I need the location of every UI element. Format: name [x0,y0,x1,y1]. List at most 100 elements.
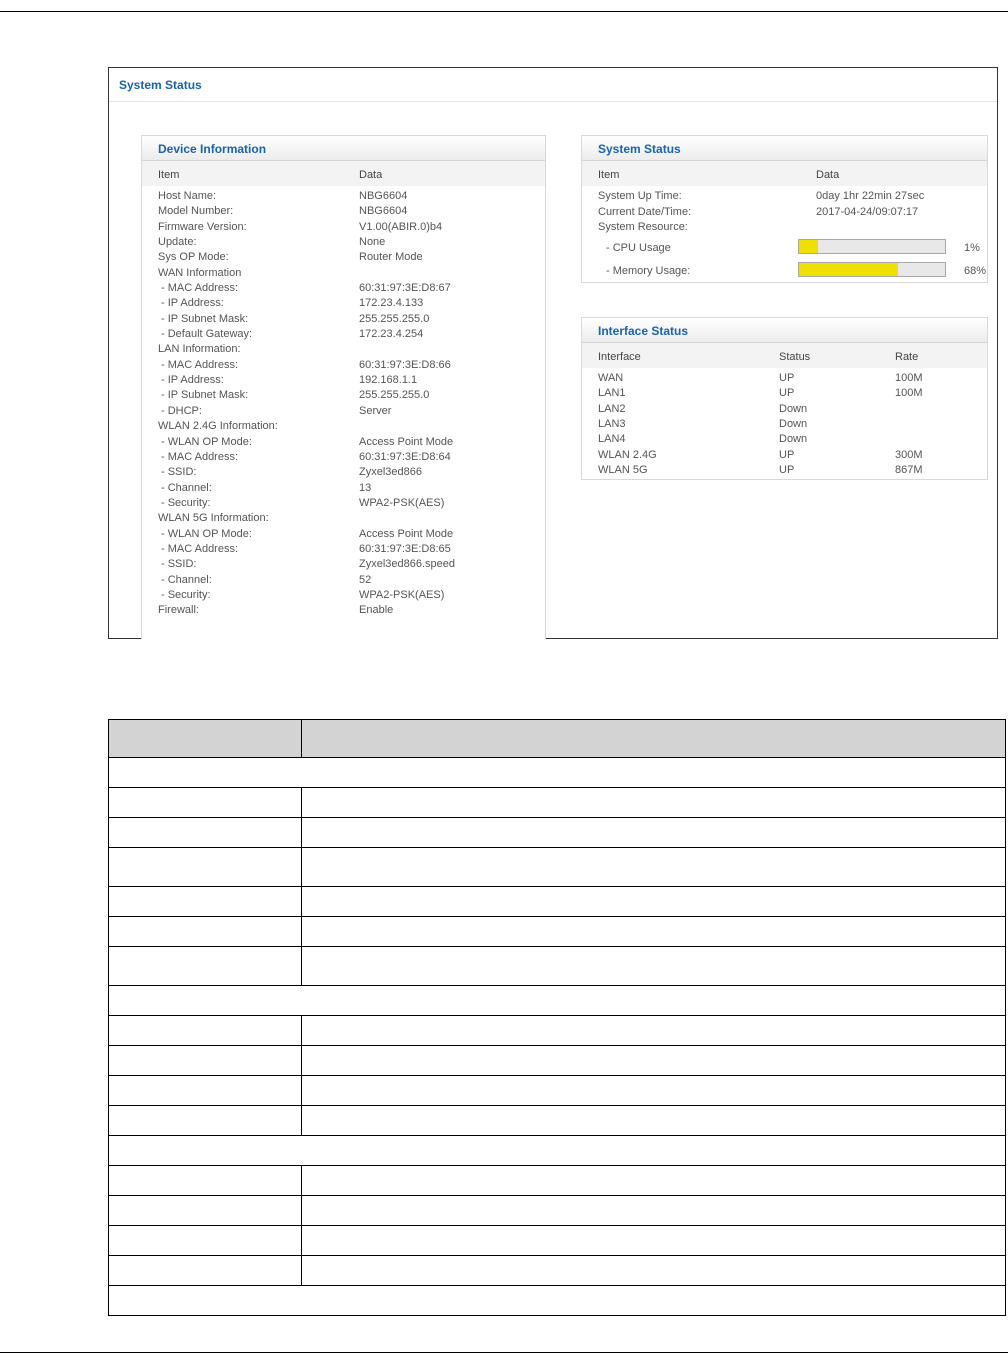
interface-status: UP [779,464,795,477]
title-divider [109,101,997,102]
interface-interface: LAN1 [598,387,626,400]
device-info-item: - IP Subnet Mask: [161,312,249,325]
table-cell [301,916,1006,947]
device-info-item: - Security: [161,496,211,509]
col-interface: Interface [598,351,641,363]
uptime-value: 0day 1hr 22min 27sec [816,190,925,202]
device-info-value: 13 [359,481,372,494]
device-info-row: - IP Subnet Mask: 255.255.255.0 [142,312,545,327]
table-cell [108,1195,302,1226]
table-row [108,817,1006,848]
device-info-value: 192.168.1.1 [359,374,418,387]
device-info-row: - MAC Address: 60:31:97:3E:D8:65 [142,542,545,557]
device-info-item: - MAC Address: [161,450,239,463]
interface-status: UP [779,372,795,384]
device-info-value: V1.00(ABIR.0)b4 [359,220,443,233]
device-info-item: - SSID: [161,466,197,479]
table-cell [301,1225,1006,1256]
table-row [108,1105,1006,1136]
device-info-value: Access Point Mode [359,435,454,448]
col-item: Item [158,169,180,181]
memory-usage-meter [798,261,946,277]
interface-status-column-header: Interface Status Rate [582,343,987,368]
table-cell [108,1075,302,1106]
col-rate: Rate [895,351,919,363]
device-info-row: - WLAN OP Mode: Access Point Mode [142,527,545,542]
device-info-item: LAN Information: [158,343,241,356]
device-info-value: None [359,236,386,249]
table-cell [301,886,1006,917]
device-info-item: WLAN 5G Information: [158,512,269,525]
device-info-item: Host Name: [158,190,217,202]
device-info-row: - WLAN OP Mode: Access Point Mode [142,435,545,450]
table-row [108,787,1006,818]
device-info-item: - Security: [161,588,211,601]
interface-interface: WLAN 5G [598,464,648,477]
interface-rows: WAN UP 100M LAN1 UP 100M LAN2 Down LAN3 Down LAN4 D… [582,368,987,478]
table-section-row [108,985,1006,1016]
memory-usage-row: - Memory Usage: 68% [582,259,987,282]
interface-interface: LAN3 [598,418,626,431]
table-row [108,916,1006,947]
device-info-value: Server [359,404,392,417]
table-row [108,1015,1006,1046]
table-cell [108,1045,302,1076]
table-cell [108,1135,1006,1166]
device-info-value: 52 [359,573,372,586]
device-info-item: - MAC Address: [161,542,239,555]
table-cell [301,1075,1006,1106]
interface-status: Down [779,402,808,415]
device-info-item: Model Number: [158,205,234,218]
device-info-column-header: Item Data [142,161,545,186]
device-info-value: WPA2-PSK(AES) [359,588,445,601]
device-info-row: - SSID: Zyxel3ed866 [142,465,545,480]
interface-row: LAN4 Down [582,432,987,447]
memory-usage-value: 68% [964,264,987,277]
memory-usage-label: - Memory Usage: [606,264,691,277]
device-info-value: Access Point Mode [359,527,454,540]
table-row [108,886,1006,917]
table-row [108,1045,1006,1076]
table-header-cell [108,719,302,758]
device-info-value: 60:31:97:3E:D8:64 [359,450,451,463]
table-cell [108,916,302,947]
interface-row: LAN1 UP 100M [582,386,987,401]
device-info-value: Enable [359,604,394,617]
device-info-item: - IP Address: [161,297,224,310]
device-info-row: LAN Information: [142,342,545,357]
device-info-row: Model Number: NBG6604 [142,204,545,219]
col-data: Data [816,169,840,181]
datetime-value: 2017-04-24/09:07:17 [816,205,919,218]
table-section-row [108,1285,1006,1316]
table-cell [108,787,302,818]
cpu-usage-fill [799,239,818,253]
device-info-item: - IP Address: [161,374,224,387]
device-info-value: 255.255.255.0 [359,389,430,402]
device-info-value: NBG6604 [359,190,408,202]
device-info-value: 172.23.4.133 [359,297,424,310]
device-info-item: WLAN 2.4G Information: [158,420,278,433]
device-info-row: WAN Information [142,266,545,281]
device-info-item: WAN Information [158,266,242,279]
table-row [108,1165,1006,1196]
page-title: System Status [119,78,202,92]
device-info-value: 255.255.255.0 [359,312,430,325]
interface-row: WAN UP 100M [582,371,987,386]
table-cell [108,817,302,848]
table-cell [108,1225,302,1256]
device-info-row: Sys OP Mode: Router Mode [142,250,545,265]
interface-status: UP [779,448,795,461]
table-cell [108,886,302,917]
table-cell [108,1015,302,1046]
device-info-item: - MAC Address: [161,358,239,371]
device-info-rows: Host Name: NBG6604 Model Number: NBG6604 Fir… [142,186,545,619]
table-cell [108,1105,302,1136]
table-cell [108,985,1006,1016]
resource-row: System Resource: [582,220,987,236]
device-info-item: - WLAN OP Mode: [161,527,252,540]
system-status-heading: System Status [582,136,987,161]
field-description-table [108,719,1006,1316]
cpu-usage-row: - CPU Usage 1% [582,236,987,259]
uptime-label: System Up Time: [598,190,682,202]
device-info-row: - DHCP: Server [142,404,545,419]
